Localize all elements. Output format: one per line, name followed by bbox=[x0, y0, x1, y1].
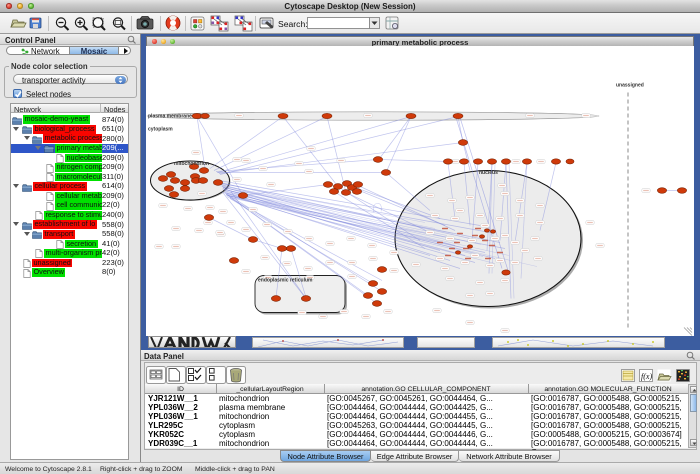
svg-text:endoplasmic reticulum: endoplasmic reticulum bbox=[258, 277, 313, 283]
svg-text:f(x): f(x) bbox=[641, 372, 652, 381]
svg-text:cytoplasm: cytoplasm bbox=[148, 126, 173, 132]
svg-text:unassigned: unassigned bbox=[616, 82, 644, 88]
svg-text:nucleus: nucleus bbox=[479, 170, 498, 176]
svg-text:Search:: Search: bbox=[278, 19, 308, 29]
svg-text:plasma membrane: plasma membrane bbox=[148, 113, 192, 119]
svg-text:mitochondrion: mitochondrion bbox=[174, 161, 209, 167]
